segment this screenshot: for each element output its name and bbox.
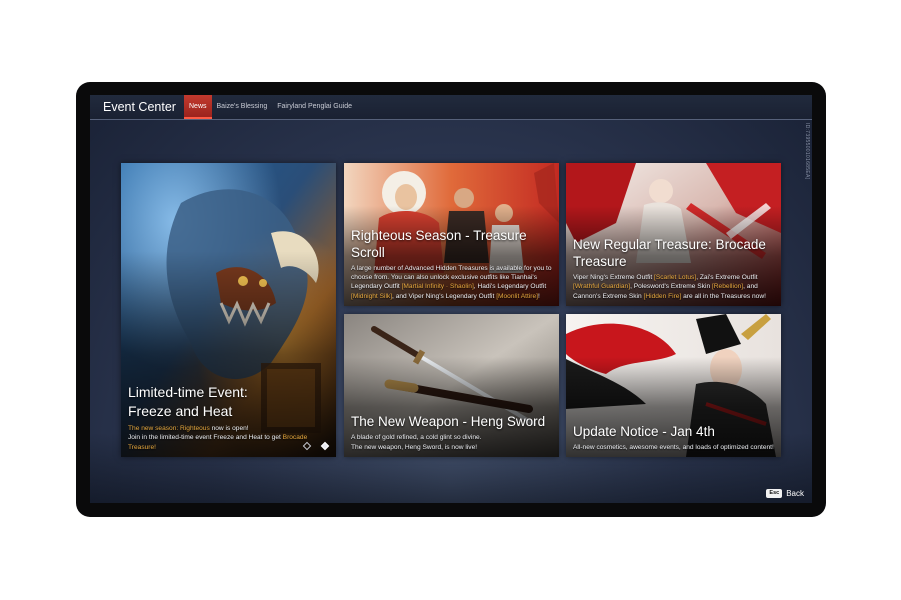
top-bar: Event Center News Baize's Blessing Fairy… bbox=[90, 95, 812, 120]
desc-text: ! bbox=[537, 292, 540, 300]
card-description: All-new cosmetics, awesome events, and l… bbox=[573, 443, 774, 451]
highlight-text: [Rebellion] bbox=[711, 283, 744, 291]
card-text: The New Weapon - Heng Sword A blade of g… bbox=[351, 413, 552, 452]
card-title: New Regular Treasure: Brocade Treasure bbox=[573, 237, 766, 270]
page-title: Event Center bbox=[103, 100, 176, 114]
desc-text: , Polesword's Extreme Skin bbox=[630, 283, 712, 291]
card-title-line1: Limited-time Event: bbox=[128, 384, 248, 401]
card-title: Update Notice - Jan 4th bbox=[573, 423, 715, 439]
highlight-text: The new season: Righteous bbox=[128, 425, 210, 433]
event-card-update-notice[interactable]: Update Notice - Jan 4th All-new cosmetic… bbox=[566, 314, 781, 457]
user-id-label: ID:7395500101685EA] bbox=[804, 123, 810, 180]
card-description: The new season: Righteous now is open! J… bbox=[128, 424, 329, 452]
event-card-heng-sword[interactable]: The New Weapon - Heng Sword A blade of g… bbox=[344, 314, 559, 457]
carousel-dot-1[interactable] bbox=[302, 441, 312, 451]
highlight-text: [Hidden Fire] bbox=[643, 292, 682, 300]
event-card-righteous-season[interactable]: Righteous Season - Treasure Scroll A lar… bbox=[344, 163, 559, 306]
highlight-text: [Martial Infinity · Shaolin] bbox=[401, 283, 474, 291]
desc-text: , Zai's Extreme Outfit bbox=[696, 274, 758, 282]
highlight-text: [Moonlit Attire] bbox=[496, 292, 538, 300]
carousel-indicators bbox=[302, 441, 330, 451]
tab-bar: News Baize's Blessing Fairyland Penglai … bbox=[184, 95, 357, 119]
carousel-dot-2[interactable] bbox=[320, 441, 330, 451]
card-description: A blade of gold refined, a cold glint so… bbox=[351, 433, 552, 452]
card-title: The New Weapon - Heng Sword bbox=[351, 414, 546, 430]
tab-news[interactable]: News bbox=[184, 95, 212, 119]
desc-text: , and Viper Ning's Legendary Outfit bbox=[392, 292, 497, 300]
back-label: Back bbox=[786, 489, 804, 498]
tab-fairyland-penglai-guide[interactable]: Fairyland Penglai Guide bbox=[272, 95, 357, 119]
card-text: New Regular Treasure: Brocade Treasure V… bbox=[573, 236, 774, 301]
highlight-text: [Wrathful Guardian] bbox=[573, 283, 631, 291]
tab-baizes-blessing[interactable]: Baize's Blessing bbox=[212, 95, 273, 119]
card-description: A large number of Advanced Hidden Treasu… bbox=[351, 264, 552, 301]
card-title: Limited-time Event: Freeze and Heat bbox=[128, 383, 329, 421]
esc-key-badge: Esc bbox=[766, 489, 783, 498]
desc-text: A blade of gold refined, a cold glint so… bbox=[351, 434, 482, 442]
card-text: Update Notice - Jan 4th All-new cosmetic… bbox=[573, 423, 774, 452]
game-screen: Event Center News Baize's Blessing Fairy… bbox=[90, 95, 812, 503]
card-title-line2: Freeze and Heat bbox=[128, 403, 233, 420]
card-title: Righteous Season - Treasure Scroll bbox=[351, 227, 527, 260]
highlight-text: [Scarlet Lotus] bbox=[654, 274, 697, 282]
desc-text: , Hadi's Legendary Outfit bbox=[473, 283, 547, 291]
desc-text: now is open! bbox=[209, 425, 249, 433]
desc-text: Join in the limited-time event Freeze an… bbox=[128, 434, 283, 442]
highlight-text: [Midnight Silk] bbox=[351, 292, 393, 300]
event-card-brocade-treasure[interactable]: New Regular Treasure: Brocade Treasure V… bbox=[566, 163, 781, 306]
desc-text: The new weapon, Heng Sword, is now live! bbox=[351, 443, 478, 451]
card-text: Limited-time Event: Freeze and Heat The … bbox=[128, 383, 329, 452]
event-card-freeze-and-heat[interactable]: Limited-time Event: Freeze and Heat The … bbox=[121, 163, 336, 457]
device-frame: Event Center News Baize's Blessing Fairy… bbox=[76, 82, 826, 517]
card-text: Righteous Season - Treasure Scroll A lar… bbox=[351, 227, 552, 301]
desc-text: Viper Ning's Extreme Outfit bbox=[573, 274, 655, 282]
back-button[interactable]: Esc Back bbox=[766, 489, 804, 498]
card-description: Viper Ning's Extreme Outfit [Scarlet Lot… bbox=[573, 273, 774, 301]
desc-text: are all in the Treasures now! bbox=[681, 292, 766, 300]
